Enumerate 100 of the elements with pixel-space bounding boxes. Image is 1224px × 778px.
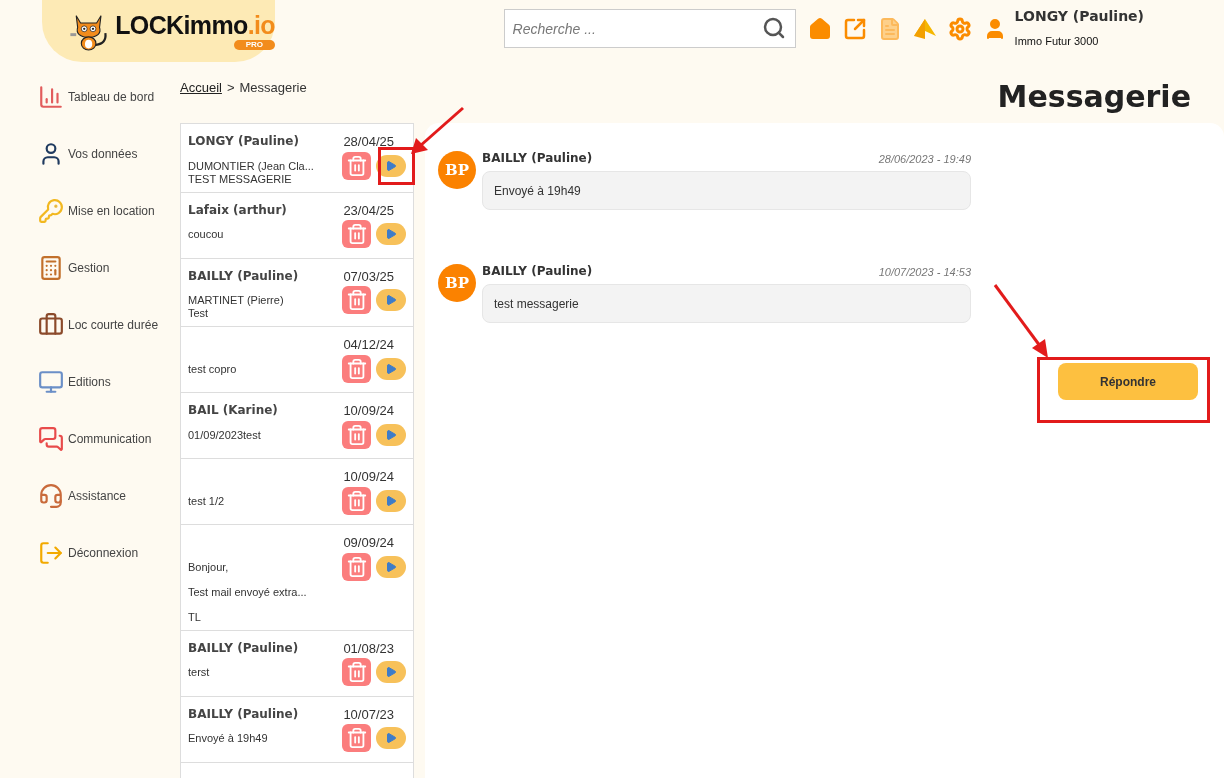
sidebar-item[interactable]: Mise en location <box>38 198 180 224</box>
delete-button[interactable] <box>342 658 371 686</box>
message-preview: terst <box>188 666 210 679</box>
sender-name: BAILLY (Pauline) <box>188 639 299 657</box>
conversation-item[interactable]: BAILLY (Pauline) 10/07/23 Envoyé à 19h49 <box>181 696 413 763</box>
exit-icon <box>38 540 64 566</box>
message-date: 10/09/24 <box>343 402 394 420</box>
open-button[interactable] <box>376 223 406 245</box>
delete-button[interactable] <box>342 552 371 581</box>
calculator-icon <box>38 255 64 281</box>
message-date: 10/09/24 <box>343 468 394 486</box>
message-preview: test copro <box>188 362 237 376</box>
message-datetime: 28/06/2023 - 19:49 <box>878 151 971 167</box>
play-icon <box>385 362 397 375</box>
suitcase-icon <box>38 312 64 338</box>
sidebar-item[interactable]: Assistance <box>38 483 180 509</box>
sidebar-item[interactable]: Gestion <box>38 255 180 281</box>
sidebar-item[interactable]: Editions <box>38 369 180 395</box>
open-button[interactable] <box>376 423 406 446</box>
sidebar-item[interactable]: Déconnexion <box>38 540 180 566</box>
message-preview: Envoyé à 19h49 <box>188 732 268 745</box>
sender-name: BAIL (Karine) <box>188 402 278 419</box>
sidebar-item[interactable]: Loc courte durée <box>38 312 180 338</box>
open-button[interactable] <box>376 661 406 683</box>
sender-name: Lafaix (arthur) <box>188 201 287 219</box>
message-preview: DUMONTIER (Jean Cla... TEST MESSAGERIE <box>188 159 314 186</box>
headset-icon <box>38 483 64 509</box>
play-icon <box>385 228 397 240</box>
conversation-item[interactable]: BAILLY (Pauline) 07/03/25 MARTINET (Pierre) Test <box>181 258 413 327</box>
chart-icon <box>38 84 64 110</box>
trash-icon <box>345 727 368 749</box>
user-name: LONGY (Pauline) <box>1014 7 1144 26</box>
breadcrumb-separator: > <box>226 79 235 97</box>
message-preview: TL <box>188 610 202 624</box>
play-icon <box>385 732 397 744</box>
trash-icon <box>345 661 368 683</box>
delete-button[interactable] <box>342 286 371 314</box>
delete-button[interactable] <box>342 151 371 180</box>
search-icon[interactable] <box>761 16 786 41</box>
monitor-icon <box>38 369 64 395</box>
play-icon <box>385 294 397 306</box>
breadcrumb-current: Messagerie <box>239 79 307 97</box>
open-button[interactable] <box>376 357 406 380</box>
message-bubble: test messagerie <box>482 284 971 323</box>
home-icon[interactable] <box>807 16 832 41</box>
open-button[interactable] <box>376 489 406 512</box>
trash-icon <box>345 423 368 446</box>
open-button[interactable] <box>376 289 406 311</box>
sender-name: LONGY (Pauline) <box>188 133 299 150</box>
delete-button[interactable] <box>342 354 371 383</box>
sidebar-item[interactable]: Vos données <box>38 141 180 167</box>
settings-icon[interactable] <box>947 16 972 41</box>
annotation-arrow <box>408 106 466 156</box>
sidebar-item[interactable]: Tableau de bord <box>38 84 180 110</box>
page-title: Messagerie <box>997 78 1191 116</box>
delete-button[interactable] <box>342 420 371 449</box>
message-date: 07/03/25 <box>343 267 394 286</box>
delete-button[interactable] <box>342 486 371 515</box>
breadcrumb-link[interactable]: Accueil <box>180 78 222 98</box>
delete-button[interactable] <box>342 220 371 248</box>
key-icon <box>38 198 64 224</box>
external-link-icon[interactable] <box>842 16 867 41</box>
open-button[interactable] <box>376 555 406 578</box>
message-date: 01/08/23 <box>343 639 394 658</box>
open-button[interactable] <box>376 727 406 749</box>
play-icon <box>385 666 397 678</box>
chat-icon <box>38 426 64 452</box>
conversation-item[interactable]: 09/09/24 Bonjour, Test mail envoyé extra... TL <box>181 525 413 631</box>
message-date: 04/12/24 <box>343 336 394 354</box>
reply-button[interactable]: Répondre <box>1058 363 1198 400</box>
conversation-item[interactable]: BAILLY (Pauline) 01/08/23 terst <box>181 630 413 697</box>
message-preview: test 1/2 <box>188 494 225 508</box>
sender-name: BAILLY (Pauline) <box>188 705 299 723</box>
play-icon <box>385 560 397 573</box>
trash-icon <box>345 289 368 311</box>
message-preview: coucou <box>188 228 224 241</box>
trash-icon <box>345 357 368 380</box>
conversation-item[interactable]: BAIL (Karine) 10/09/24 01/09/2023test <box>181 393 413 459</box>
delete-button[interactable] <box>342 724 371 752</box>
author-name: BAILLY (Pauline) <box>482 150 593 167</box>
message-preview: MARTINET (Pierre) Test <box>188 294 284 320</box>
sidebar-item[interactable]: Communication <box>38 426 180 452</box>
search-field[interactable]: Recherche ... <box>503 9 796 49</box>
logo-wordmark: LOCKimmo.io <box>115 12 275 38</box>
trash-icon <box>345 154 368 177</box>
message-bubble: Envoyé à 19h49 <box>482 171 971 210</box>
company-name: Immo Futur 3000 <box>1014 34 1100 49</box>
conversation-item[interactable]: 10/09/24 test 1/2 <box>181 459 413 525</box>
message-preview: Bonjour, <box>188 560 230 574</box>
pro-badge: PRO <box>233 39 275 50</box>
message-date: 10/07/23 <box>343 705 394 724</box>
avatar: BP <box>438 264 476 302</box>
conversation-item[interactable]: 04/12/24 test copro <box>181 327 413 393</box>
trash-icon <box>345 555 368 578</box>
conversation-item[interactable]: Lafaix (arthur) 23/04/25 coucou <box>181 192 413 259</box>
sender-name: BAILLY (Pauline) <box>188 267 299 285</box>
message-preview: 01/09/2023test <box>188 428 261 442</box>
message-date: 28/04/25 <box>343 133 394 151</box>
conversation-item[interactable]: LONGY (Pauline) 28/04/25 DUMONTIER (Jean Cla... TEST MESSAGERIE <box>181 124 413 193</box>
author-name: BAILLY (Pauline) <box>482 263 593 280</box>
